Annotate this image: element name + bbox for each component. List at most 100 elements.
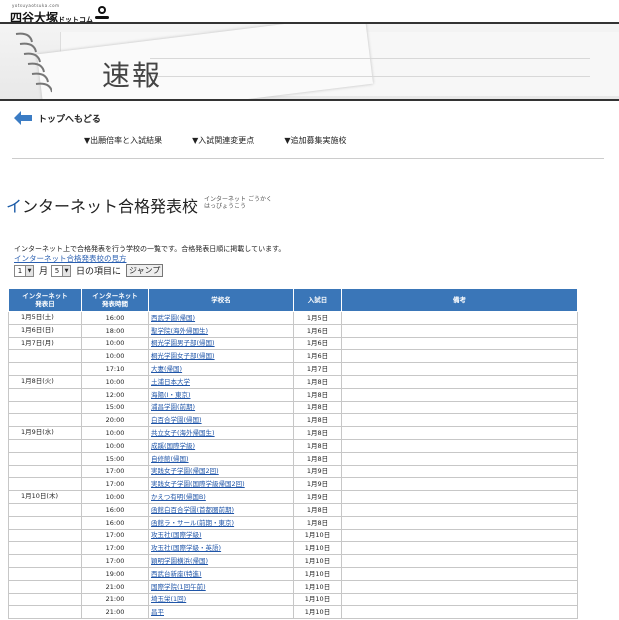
exam-date-cell: 1月8日: [293, 426, 342, 440]
time-cell: 18:00: [81, 323, 149, 338]
exam-date-cell: 1月7日: [293, 362, 342, 376]
school-link[interactable]: 成蹊(国際学級): [151, 442, 195, 450]
guide-link[interactable]: インターネット合格発表校の見方: [14, 253, 127, 264]
time-cell: 16:00: [81, 502, 149, 517]
date-jump-form: 1 ▼ 月 5 ▼ 日の項目に ジャンプ: [14, 264, 164, 277]
remarks-cell: [341, 311, 578, 325]
results-table: インターネット 発表日 インターネット 発表時間 学校名 入試日 備考 1月5日…: [8, 288, 578, 620]
remarks-cell: [341, 426, 578, 440]
remarks-cell: [341, 400, 578, 415]
day-select-value: 5: [54, 266, 60, 275]
school-link[interactable]: 西武台新座(特進): [151, 570, 202, 578]
remarks-cell: [341, 477, 578, 492]
spiral-binding-icon: [15, 32, 52, 93]
school-link[interactable]: 聖学院(海外帰国生): [151, 327, 208, 335]
time-cell: 10:00: [81, 374, 149, 389]
school-link[interactable]: 桐光学園男子部(帰国): [151, 339, 215, 347]
remarks-cell: [341, 528, 578, 543]
divider: [12, 158, 604, 159]
exam-date-cell: 1月8日: [293, 400, 342, 415]
date-cell: 1月9日(水): [8, 426, 82, 440]
table-row: 17:00 攻玉社(国際学級・英語) 1月10日: [8, 541, 578, 556]
table-row: 19:00 西武台新座(特進) 1月10日: [8, 566, 578, 581]
school-link[interactable]: 国際学院(1回午前): [151, 583, 206, 591]
school-link[interactable]: 大妻(帰国): [151, 365, 182, 373]
ruby-line-2: はっぴょうこう: [204, 203, 247, 210]
school-link[interactable]: 昌平: [151, 608, 164, 616]
school-cell: 昌平: [148, 605, 294, 620]
day-label: 日の項目に: [76, 267, 122, 277]
site-url: yotsuyaotsuka.com: [12, 3, 60, 8]
time-cell: 10:00: [81, 438, 149, 453]
school-link[interactable]: 実践女子学園(国際学級帰国2回): [151, 480, 245, 488]
chevron-down-icon: ▼: [62, 265, 71, 276]
school-link[interactable]: 穎明学園横浜(帰国): [151, 557, 208, 565]
table-row: 12:00 海陽(Ⅰ・東京) 1月8日: [8, 387, 578, 402]
remarks-cell: [341, 387, 578, 402]
school-cell: 函館ラ・サール(前期・東京): [148, 515, 294, 530]
day-select[interactable]: 5 ▼: [51, 264, 72, 277]
time-cell: 21:00: [81, 592, 149, 607]
back-to-top-link[interactable]: トップへもどる: [14, 111, 101, 125]
date-cell: [8, 387, 82, 402]
month-select-value: 1: [17, 266, 23, 275]
exam-date-cell: 1月10日: [293, 528, 342, 543]
school-link[interactable]: 実践女子学園(帰国2回): [151, 467, 219, 475]
date-cell: [8, 349, 82, 364]
school-link[interactable]: 攻玉社(国際学級・英語): [151, 544, 221, 552]
time-cell: 15:00: [81, 400, 149, 415]
school-link[interactable]: 海陽(Ⅰ・東京): [151, 391, 191, 399]
remarks-cell: [341, 554, 578, 568]
exam-date-cell: 1月8日: [293, 438, 342, 453]
table-row: 1月10日(木) 10:00 かえつ有明(帰国B) 1月9日: [8, 490, 578, 504]
school-link[interactable]: 桐光学園女子部(帰国): [151, 352, 215, 360]
time-cell: 10:00: [81, 336, 149, 351]
nav-link-application-ratio[interactable]: ▼出願倍率と入試結果: [84, 135, 162, 146]
date-cell: [8, 579, 82, 594]
time-cell: 12:00: [81, 387, 149, 402]
school-link[interactable]: 浦昌学園(前期): [151, 403, 195, 411]
school-link[interactable]: 攻玉社(国際学級): [151, 531, 202, 539]
date-cell: 1月5日(土): [8, 311, 82, 325]
school-link[interactable]: 自修館(帰国): [151, 455, 189, 463]
school-link[interactable]: 白百合学園(帰国): [151, 416, 202, 424]
remarks-cell: [341, 579, 578, 594]
table-row: 15:00 浦昌学園(前期) 1月8日: [8, 400, 578, 415]
exam-date-cell: 1月6日: [293, 349, 342, 364]
date-cell: [8, 566, 82, 581]
nav-link-additional-recruitment[interactable]: ▼追加募集実施校: [284, 135, 346, 146]
header-announce-time: インターネット 発表時間: [81, 288, 149, 312]
month-select[interactable]: 1 ▼: [14, 264, 34, 277]
exam-date-cell: 1月9日: [293, 490, 342, 504]
nav-link-exam-changes[interactable]: ▼入試関連変更点: [192, 135, 254, 146]
table-row: 17:00 攻玉社(国際学級) 1月10日: [8, 528, 578, 543]
school-link[interactable]: 埼玉栄(1回): [151, 595, 186, 603]
exam-date-cell: 1月8日: [293, 502, 342, 517]
exam-date-cell: 1月10日: [293, 579, 342, 594]
remarks-cell: [341, 323, 578, 338]
school-link[interactable]: 西武学園(帰国): [151, 314, 195, 322]
banner-line: [150, 58, 590, 59]
school-link[interactable]: 共立女子(海外帰国生): [151, 429, 215, 437]
time-cell: 17:00: [81, 477, 149, 492]
section-heading: インターネット合格発表校 インターネット ごうかく はっぴょうこう: [6, 193, 272, 217]
remarks-cell: [341, 515, 578, 530]
exam-date-cell: 1月8日: [293, 374, 342, 389]
table-row: 1月6日(日) 18:00 聖学院(海外帰国生) 1月6日: [8, 323, 578, 338]
table-row: 1月5日(土) 16:00 西武学園(帰国) 1月5日: [8, 311, 578, 325]
exam-date-cell: 1月6日: [293, 336, 342, 351]
date-cell: 1月7日(月): [8, 336, 82, 351]
school-cell: かえつ有明(帰国B): [148, 490, 294, 504]
jump-button[interactable]: ジャンプ: [126, 264, 164, 277]
school-link[interactable]: かえつ有明(帰国B): [151, 493, 206, 501]
school-link[interactable]: 函館ラ・サール(前期・東京): [151, 519, 234, 527]
header-exam-date: 入試日: [293, 288, 342, 312]
exam-date-cell: 1月10日: [293, 566, 342, 581]
date-cell: [8, 515, 82, 530]
chevron-down-icon: ▼: [25, 265, 33, 276]
remarks-cell: [341, 362, 578, 376]
banner-rule: [0, 99, 619, 101]
school-link[interactable]: 函館白百合学園(首都圏前期): [151, 506, 234, 514]
school-link[interactable]: 土浦日本大学: [151, 378, 190, 386]
remarks-cell: [341, 592, 578, 607]
